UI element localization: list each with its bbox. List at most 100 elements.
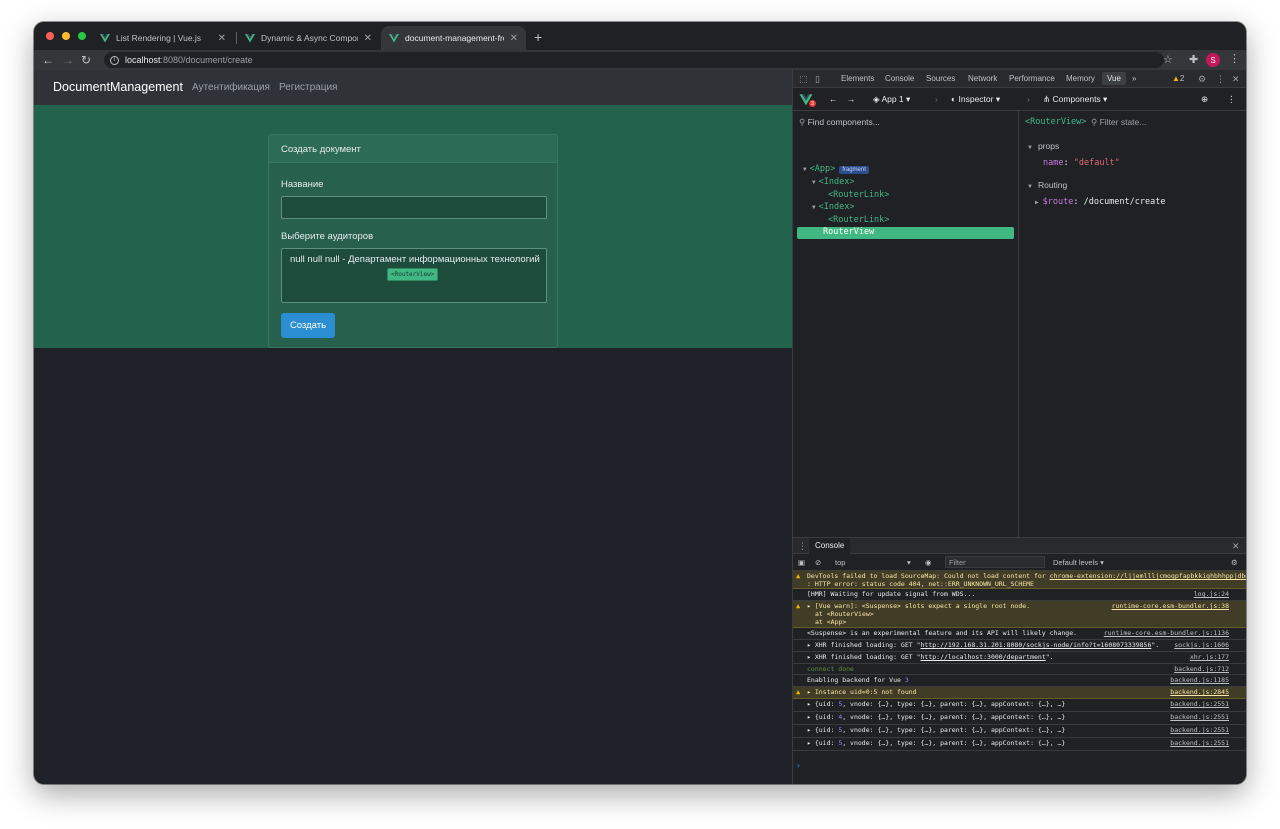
nav-link-auth[interactable]: Аутентификация: [192, 82, 270, 93]
close-tab-icon[interactable]: ✕: [218, 33, 226, 44]
minimize-window-button[interactable]: [62, 32, 70, 40]
expand-arrow-icon[interactable]: ▼: [803, 166, 807, 173]
tree-node-index[interactable]: ▼ <Index>: [812, 202, 854, 214]
message-source-link[interactable]: sockjs.js:1606: [1174, 641, 1229, 649]
message-source-link[interactable]: backend.js:2551: [1170, 739, 1229, 747]
message-source-link[interactable]: runtime-core.esm-bundler.js:38: [1112, 602, 1229, 610]
devtools-tab-performance[interactable]: Performance: [1009, 74, 1055, 83]
profile-avatar[interactable]: S: [1206, 53, 1220, 67]
close-tab-icon[interactable]: ✕: [364, 33, 372, 44]
devtools-tab-vue[interactable]: Vue: [1102, 72, 1126, 85]
console-prompt[interactable]: ›: [797, 761, 800, 770]
name-input[interactable]: [281, 196, 547, 219]
components-selector[interactable]: ⋔ Components ▾: [1043, 94, 1107, 105]
browser-tab-2[interactable]: Dynamic & Async Components ✕: [237, 26, 380, 50]
tree-node-app[interactable]: ▼ <App> fragment: [803, 164, 869, 176]
message-source-link[interactable]: backend.js:2551: [1170, 726, 1229, 734]
warning-counter[interactable]: ▲2: [1172, 74, 1184, 83]
expand-arrow-icon[interactable]: ▼: [812, 204, 816, 211]
context-selector[interactable]: top ▾: [835, 558, 915, 567]
message-source-link[interactable]: backend.js:1185: [1170, 676, 1229, 684]
message-source-link[interactable]: backend.js:2551: [1170, 700, 1229, 708]
close-window-button[interactable]: [46, 32, 54, 40]
back-arrow-icon[interactable]: ←: [42, 52, 54, 68]
message-link[interactable]: http://192.168.31.201:8080/sockjs-node/i…: [921, 641, 1152, 649]
bookmark-star-icon[interactable]: ☆: [1163, 53, 1173, 66]
settings-gear-icon[interactable]: ⚙: [1198, 74, 1206, 85]
console-message-warning[interactable]: ▲ DevTools failed to load SourceMap: Cou…: [793, 571, 1246, 589]
new-tab-button[interactable]: +: [534, 30, 542, 44]
app-selector[interactable]: ◈ App 1 ▾: [873, 94, 910, 105]
tree-node-index[interactable]: ▼ <Index>: [812, 177, 854, 189]
console-message[interactable]: Enabling backend for Vue 3 backend.js:11…: [793, 675, 1246, 687]
maximize-window-button[interactable]: [78, 32, 86, 40]
devtools-tab-console[interactable]: Console: [885, 74, 914, 83]
vue-menu-icon[interactable]: ⋮: [1227, 94, 1236, 105]
expand-arrow-icon[interactable]: ▶: [1035, 199, 1039, 206]
find-components-input[interactable]: ⚲ Find components...: [799, 117, 880, 128]
live-expression-eye-icon[interactable]: ◉: [925, 558, 932, 567]
clear-console-icon[interactable]: ⊘: [815, 558, 821, 567]
browser-tab-1[interactable]: List Rendering | Vue.js ✕: [92, 26, 234, 50]
select-component-icon[interactable]: ⊕: [1201, 94, 1208, 105]
devtools-tab-elements[interactable]: Elements: [841, 74, 874, 83]
expand-arrow-icon[interactable]: ▼: [812, 179, 816, 186]
console-settings-gear-icon[interactable]: ⚙: [1231, 558, 1238, 567]
devtools-tab-memory[interactable]: Memory: [1066, 74, 1095, 83]
log-levels-selector[interactable]: Default levels ▾: [1053, 558, 1104, 567]
message-link[interactable]: http://localhost:3000/department: [921, 653, 1046, 661]
message-source-link[interactable]: log.js:24: [1194, 590, 1229, 598]
message-source-link[interactable]: xhr.js:177: [1190, 653, 1229, 661]
devtools-menu-icon[interactable]: ⋮: [1216, 74, 1225, 85]
expand-arrow-icon[interactable]: ▼: [1027, 184, 1033, 190]
tree-node-routerlink[interactable]: <RouterLink>: [828, 215, 889, 227]
console-message[interactable]: ▸ XHR finished loading: GET "http://loca…: [793, 652, 1246, 664]
drawer-menu-icon[interactable]: ⋮: [798, 541, 807, 552]
props-section[interactable]: ▼ props: [1027, 141, 1059, 151]
console-message-warning[interactable]: ▲ ▸ Instance uid=0:5 not found backend.j…: [793, 687, 1246, 699]
expand-arrow-icon[interactable]: ▼: [1027, 145, 1033, 151]
console-message-object[interactable]: ▸ {uid: 5, vnode: {…}, type: {…}, parent…: [793, 738, 1246, 751]
filter-state-input[interactable]: ⚲ Filter state...: [1091, 117, 1146, 128]
sidebar-toggle-icon[interactable]: ▣: [798, 558, 805, 567]
more-tabs-icon[interactable]: »: [1132, 74, 1136, 83]
reload-icon[interactable]: ↻: [81, 52, 91, 68]
devtools-tab-sources[interactable]: Sources: [926, 74, 955, 83]
message-source-link[interactable]: backend.js:2551: [1170, 713, 1229, 721]
create-button[interactable]: Создать: [281, 313, 335, 338]
browser-menu-icon[interactable]: ⋮: [1229, 52, 1240, 65]
close-drawer-icon[interactable]: ✕: [1232, 541, 1240, 552]
close-devtools-icon[interactable]: ✕: [1232, 74, 1240, 85]
site-info-icon[interactable]: i: [110, 55, 119, 65]
routing-section[interactable]: ▼ Routing: [1027, 180, 1067, 190]
route-row[interactable]: ▶ $route: /document/create: [1035, 197, 1165, 207]
console-message[interactable]: connect done backend.js:712: [793, 664, 1246, 675]
message-source-link[interactable]: backend.js:712: [1174, 665, 1229, 673]
devtools-tab-network[interactable]: Network: [968, 74, 997, 83]
forward-arrow-icon[interactable]: →: [847, 94, 856, 104]
inspect-element-icon[interactable]: ⬚: [799, 74, 808, 85]
auditor-option[interactable]: null null null - Департамент информацион…: [290, 254, 540, 265]
console-message-object[interactable]: ▸ {uid: 5, vnode: {…}, type: {…}, parent…: [793, 699, 1246, 712]
console-message[interactable]: [HMR] Waiting for update signal from WDS…: [793, 589, 1246, 601]
close-tab-icon[interactable]: ✕: [510, 33, 518, 44]
console-message-object[interactable]: ▸ {uid: 5, vnode: {…}, type: {…}, parent…: [793, 725, 1246, 738]
drawer-tab-console[interactable]: Console: [809, 538, 851, 554]
device-toolbar-icon[interactable]: ▯: [815, 74, 820, 85]
address-bar[interactable]: i localhost:8080/document/create: [104, 52, 1164, 68]
console-message[interactable]: ▸ XHR finished loading: GET "http://192.…: [793, 640, 1246, 652]
tree-node-routerview-selected[interactable]: RouterView: [797, 227, 1014, 239]
console-message-object[interactable]: ▸ {uid: 4, vnode: {…}, type: {…}, parent…: [793, 712, 1246, 725]
message-link[interactable]: chrome-extension://ljjemllljcmogpfapbkki…: [1050, 572, 1246, 580]
extensions-puzzle-icon[interactable]: ✚: [1189, 53, 1198, 66]
app-brand[interactable]: DocumentManagement: [53, 80, 183, 94]
message-source-link[interactable]: backend.js:2845: [1170, 688, 1229, 696]
console-filter-input[interactable]: Filter: [945, 556, 1045, 568]
console-message-warning[interactable]: ▲ ▸ [Vue warn]: <Suspense> slots expect …: [793, 601, 1246, 628]
nav-link-register[interactable]: Регистрация: [279, 82, 337, 93]
message-source-link[interactable]: runtime-core.esm-bundler.js:1136: [1104, 629, 1229, 637]
back-arrow-icon[interactable]: ←: [829, 94, 838, 104]
forward-arrow-icon[interactable]: →: [62, 52, 74, 68]
inspector-selector[interactable]: ◐ Inspector ▾: [951, 94, 1000, 105]
console-message[interactable]: <Suspense> is an experimental feature an…: [793, 628, 1246, 640]
